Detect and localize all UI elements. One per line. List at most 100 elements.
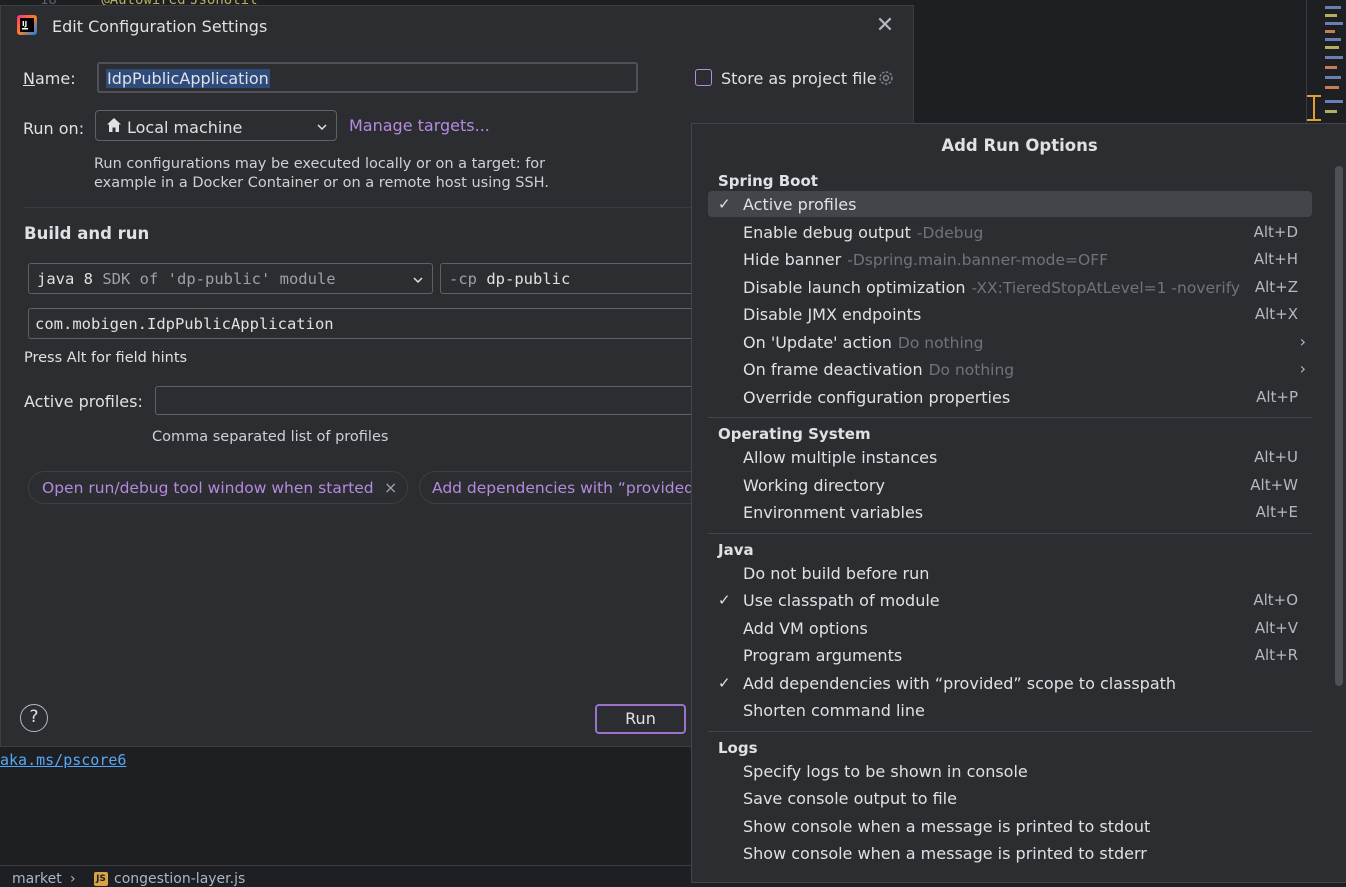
run-option-label: Disable JMX endpoints [743,305,922,324]
active-profiles-label: Active profiles: [24,392,143,411]
scroll-position-marker[interactable] [1307,95,1321,121]
close-icon[interactable]: ✕ [873,14,897,38]
run-option-item[interactable]: Disable JMX endpoints Alt+X [708,301,1312,327]
divider [24,207,704,208]
shortcut-label: Alt+X [1254,305,1298,323]
option-chip-provided-dependencies[interactable]: Add dependencies with “provided [419,471,719,504]
run-option-label: Active profiles [743,195,857,214]
run-option-item[interactable]: On frame deactivation Do nothing › [708,356,1312,382]
run-option-item[interactable]: Environment variables Alt+E [708,499,1312,525]
run-option-label: Show console when a message is printed t… [743,816,1151,836]
run-option-label: Environment variables [743,503,924,522]
popup-scrollbar[interactable] [1335,166,1343,686]
close-icon[interactable]: × [384,478,397,497]
option-chip-open-tool-window[interactable]: Open run/debug tool window when started … [28,471,408,504]
run-option-label: Program arguments [743,646,903,665]
chevron-down-icon [413,277,423,284]
run-option-item[interactable]: ✓ Use classpath of module Alt+O [708,587,1312,613]
breadcrumb: market › JS congestion-layer.js [0,865,700,887]
shortcut-label: Alt+D [1253,222,1298,241]
checkmark-icon: ✓ [718,195,731,213]
shortcut-label: Alt+R [1254,646,1298,664]
run-option-label: Show console when a message is printed t… [743,844,1147,863]
classpath-module-field[interactable]: -cp dp-public [440,263,710,294]
store-as-project-file-label[interactable]: Store as project file [721,69,877,88]
run-option-item[interactable]: Add VM options Alt+V [708,615,1312,641]
option-group-header: Java [718,540,754,559]
run-on-select[interactable]: Local machine [95,110,337,141]
group-separator [708,532,1312,534]
run-on-hint: Run configurations may be executed local… [94,156,549,191]
gear-icon[interactable] [877,69,895,87]
run-option-item[interactable]: Save console output to file [708,785,1312,811]
main-class-value: com.mobigen.IdpPublicApplication [35,315,334,333]
run-option-label: Allow multiple instances [743,448,938,467]
run-on-label: Run on: [23,119,85,138]
run-option-item[interactable]: Allow multiple instances Alt+U [708,444,1312,470]
name-input[interactable]: IdpPublicApplication [97,62,638,93]
dialog-titlebar[interactable]: IJ Edit Configuration Settings ✕ [1,6,913,48]
run-option-item[interactable]: Hide banner -Dspring.main.banner-mode=OFF… [708,246,1312,272]
shortcut-label: Alt+W [1250,475,1298,494]
breadcrumb-item-folder[interactable]: market [12,871,62,887]
option-group-header: Logs [718,738,758,757]
chevron-right-icon: › [1299,359,1306,378]
active-profiles-hint: Comma separated list of profiles [152,429,389,445]
run-option-label: On 'Update' action [743,332,892,352]
chevron-down-icon [317,124,327,131]
chevron-right-icon: › [70,871,76,887]
run-option-label: Use classpath of module [743,591,940,610]
run-option-hint: Do nothing [897,333,984,352]
chevron-right-icon: › [1299,331,1306,351]
name-input-value: IdpPublicApplication [106,69,270,88]
group-separator [708,417,1312,418]
run-option-label: Do not build before run [743,563,930,583]
svg-text:IJ: IJ [22,20,27,28]
run-option-label: Hide banner [743,250,842,269]
jre-value: java 8 [37,270,93,288]
run-option-item[interactable]: Override configuration properties Alt+P [708,384,1312,410]
shortcut-label: Alt+E [1255,503,1298,521]
run-option-item[interactable]: Disable launch optimization -XX:TieredSto… [708,274,1312,300]
help-button[interactable]: ? [20,704,48,732]
run-option-item[interactable]: Enable debug output -Ddebug Alt+D [708,219,1312,245]
shortcut-label: Alt+O [1253,591,1298,609]
run-on-value: Local machine [127,118,243,137]
shortcut-label: Alt+U [1254,448,1298,466]
run-option-label: On frame deactivation [743,360,923,379]
run-option-item[interactable]: On 'Update' action Do nothing › [708,329,1312,355]
run-option-item[interactable]: Specify logs to be shown in console [708,758,1312,784]
run-option-item[interactable]: Show console when a message is printed t… [708,813,1312,839]
run-option-item[interactable]: ✓ Add dependencies with “provided” scope … [708,670,1312,696]
store-as-project-file-checkbox[interactable] [695,69,712,86]
run-option-item[interactable]: Show console when a message is printed t… [708,840,1312,866]
run-option-item[interactable]: Shorten command line [708,697,1312,723]
shortcut-label: Alt+Z [1254,277,1298,296]
shortcut-label: Alt+H [1253,250,1298,268]
run-option-item[interactable]: Do not build before run [708,560,1312,586]
run-option-label: Enable debug output [743,222,911,242]
run-option-hint: -Ddebug [916,223,984,242]
option-chip-label: Add dependencies with “provided [432,479,694,497]
editor-minimap[interactable] [1306,0,1346,125]
run-option-label: Shorten command line [743,701,925,720]
manage-targets-link[interactable]: Manage targets... [349,116,490,135]
jre-select[interactable]: java 8 SDK of 'dp-public' module [28,263,433,294]
run-button[interactable]: Run [595,704,686,734]
run-option-label: Override configuration properties [743,387,1011,407]
add-run-options-popup: Add Run Options Spring Boot ✓ Active profi… [691,123,1346,883]
name-label: Name: [23,69,76,88]
active-profiles-input[interactable] [155,386,710,415]
checkmark-icon: ✓ [718,673,731,692]
option-group-header: Operating System [718,425,871,443]
run-option-item[interactable]: Working directory Alt+W [708,472,1312,498]
main-class-input[interactable]: com.mobigen.IdpPublicApplication [28,308,710,339]
home-icon [107,118,121,132]
run-option-hint: -Dspring.main.banner-mode=OFF [847,251,1109,269]
breadcrumb-item-file[interactable]: JS congestion-layer.js [94,871,245,887]
terminal-link[interactable]: aka.ms/pscore6 [0,751,126,769]
run-option-item[interactable]: ✓ Active profiles [708,191,1312,217]
run-option-hint: -XX:TieredStopAtLevel=1 -noverify [971,278,1241,297]
run-option-label: Save console output to file [743,789,957,808]
run-option-item[interactable]: Program arguments Alt+R [708,642,1312,668]
